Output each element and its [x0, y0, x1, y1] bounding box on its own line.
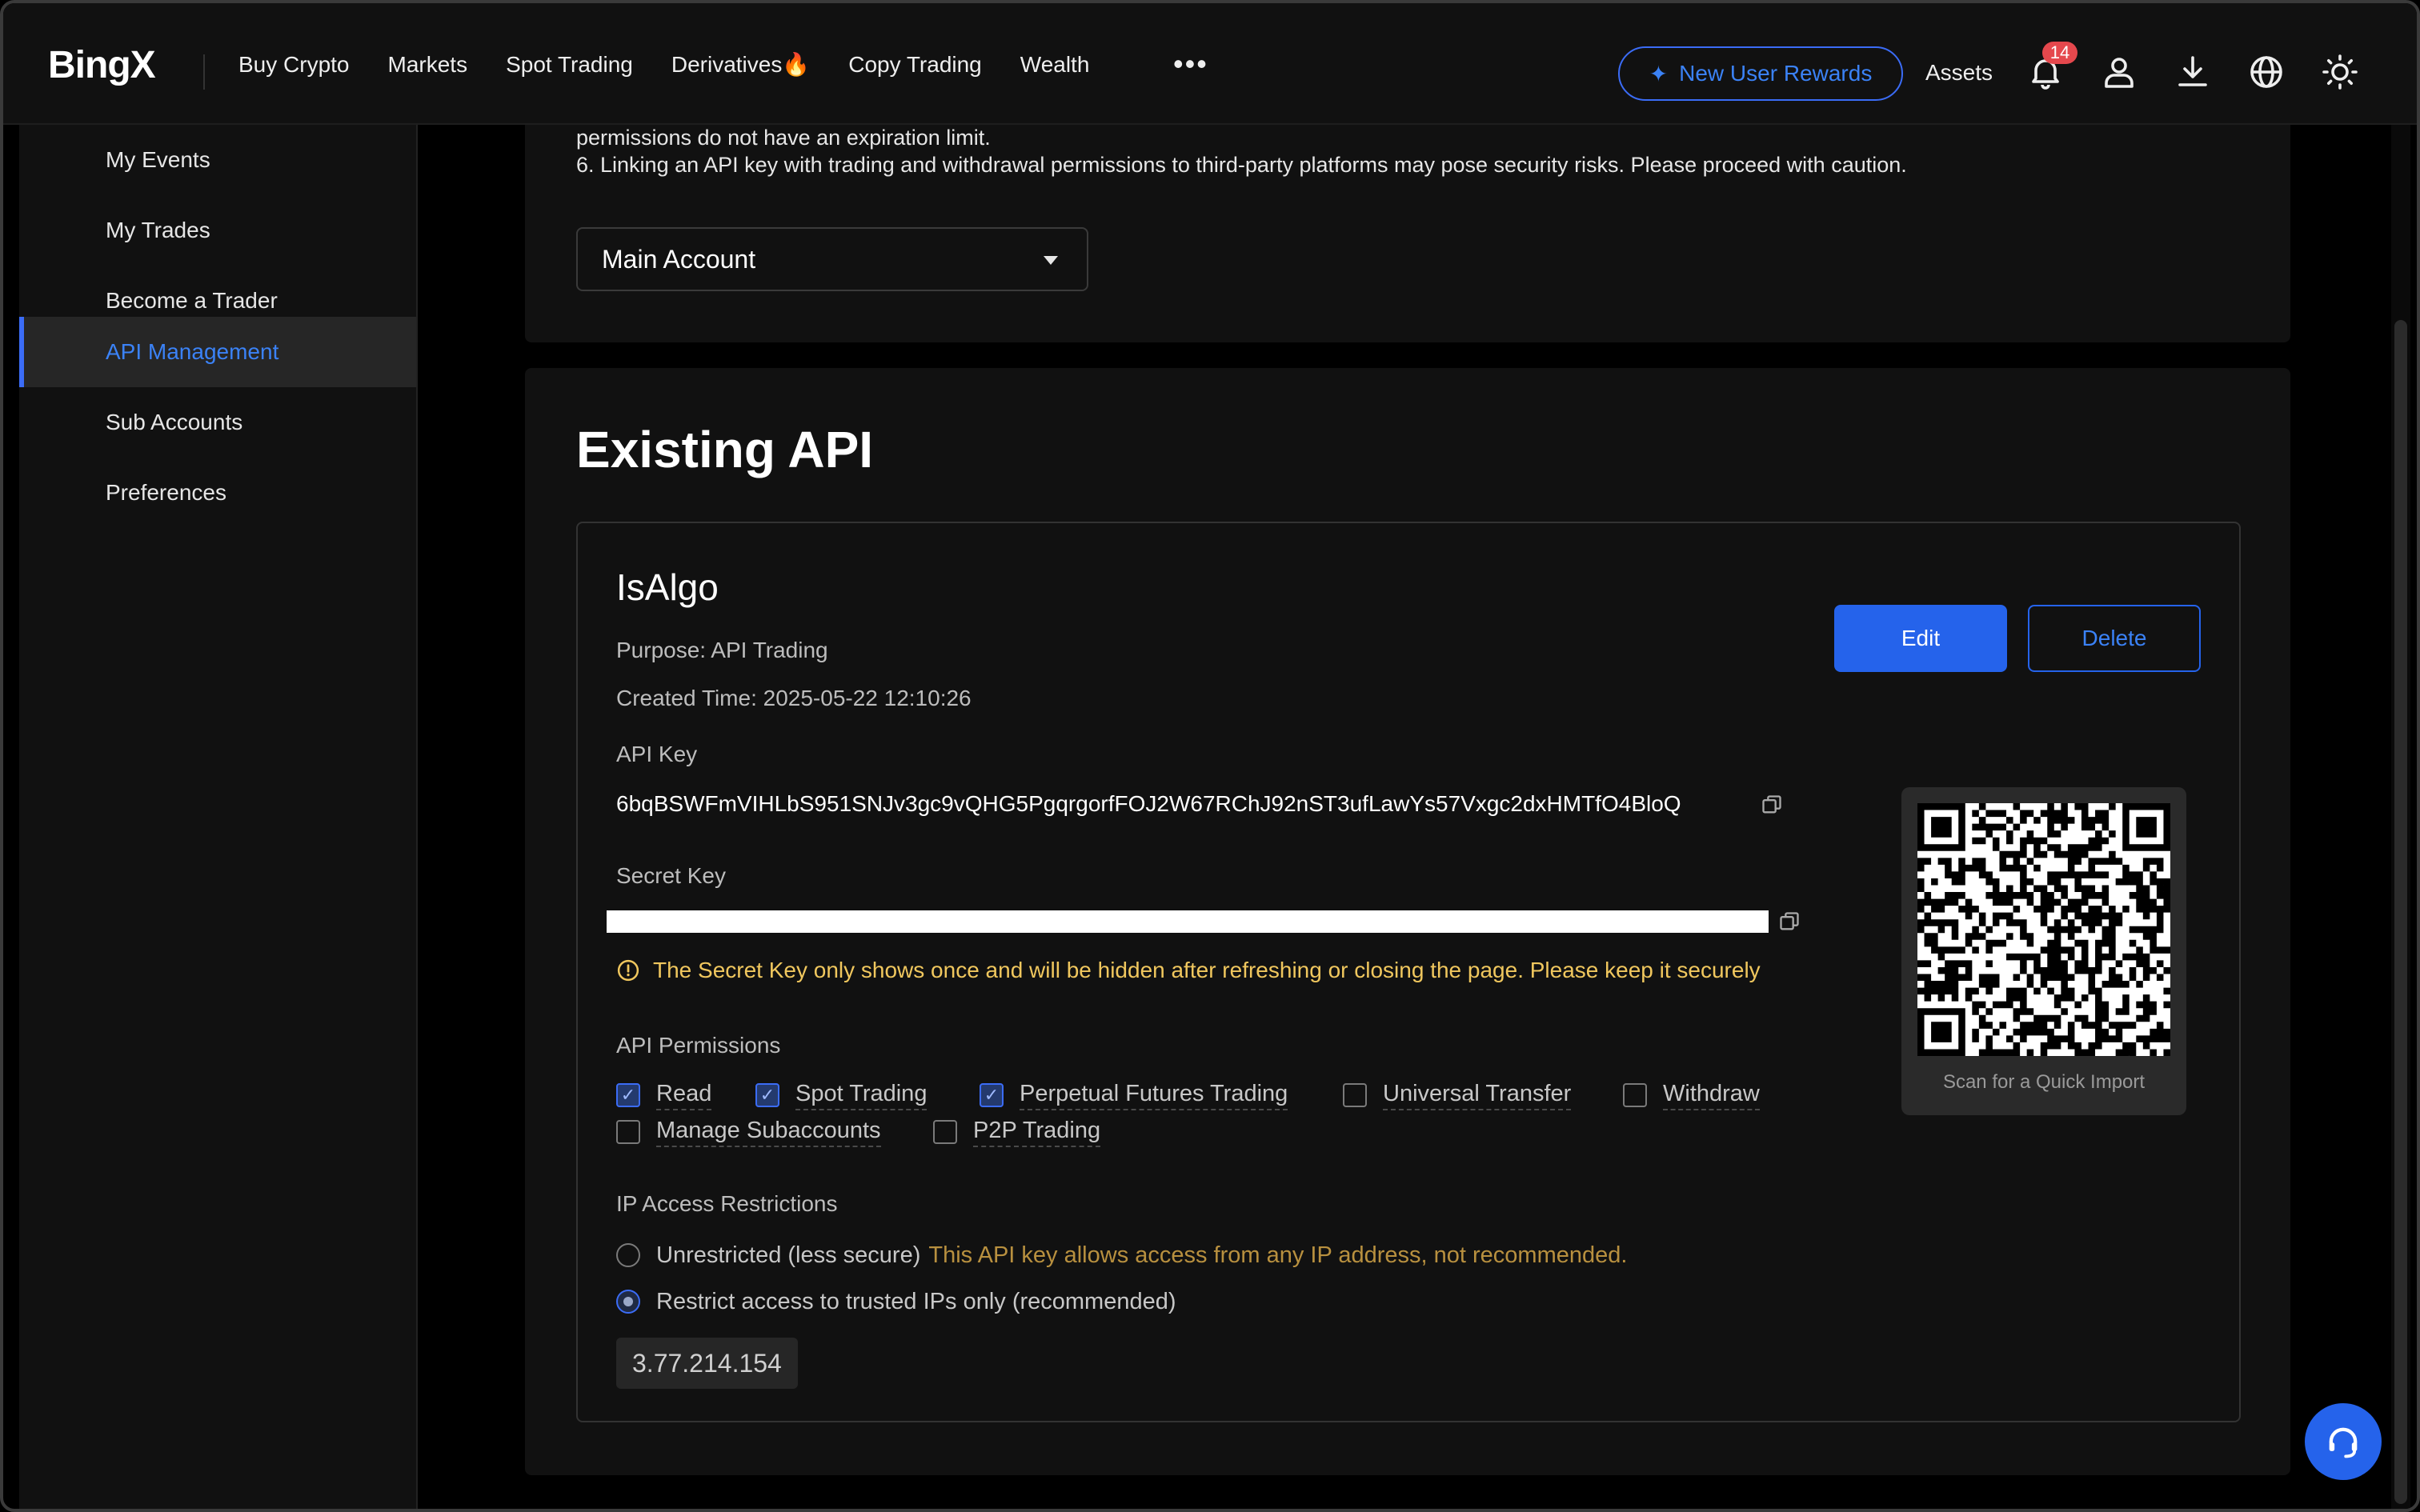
permission-spot-trading[interactable]: ✓ Spot Trading: [755, 1080, 928, 1110]
user-icon[interactable]: [2100, 53, 2138, 91]
app-window: BingX Buy Crypto Markets Spot Trading De…: [0, 0, 2420, 1512]
api-name: IsAlgo: [616, 566, 719, 608]
sidebar: My Events My Trades Become a Trader API …: [19, 125, 416, 1509]
ip-unrestricted-option[interactable]: Unrestricted (less secure) This API key …: [616, 1242, 1627, 1269]
nav-copy-trading[interactable]: Copy Trading: [848, 51, 982, 78]
permission-label: Perpetual Futures Trading: [1020, 1080, 1288, 1110]
permission-withdraw[interactable]: Withdraw: [1623, 1080, 1760, 1110]
support-chat-button[interactable]: [2305, 1403, 2382, 1480]
permission-read[interactable]: ✓ Read: [616, 1080, 712, 1110]
nav-markets[interactable]: Markets: [388, 51, 468, 78]
nav-assets[interactable]: Assets: [1925, 59, 1993, 86]
radio-icon[interactable]: [616, 1243, 640, 1267]
checkbox-checked-icon[interactable]: ✓: [755, 1083, 779, 1107]
notice-line-a: permissions do not have an expiration li…: [576, 126, 991, 150]
download-icon[interactable]: [2174, 53, 2212, 91]
caret-down-icon: [1044, 256, 1058, 265]
ip-unrestricted-hint: This API key allows access from any IP a…: [928, 1242, 1628, 1268]
secret-key-warning: The Secret Key only shows once and will …: [616, 957, 1761, 984]
permission-label: Withdraw: [1663, 1080, 1760, 1110]
nav-derivatives[interactable]: Derivatives🔥: [671, 51, 810, 78]
permission-label: P2P Trading: [973, 1117, 1101, 1147]
qr-code: [1917, 803, 2170, 1056]
nav-buy-crypto[interactable]: Buy Crypto: [238, 51, 350, 78]
qr-code-box: Scan for a Quick Import: [1901, 787, 2186, 1115]
notification-badge: 14: [2042, 42, 2077, 64]
globe-icon[interactable]: [2247, 53, 2286, 91]
sidebar-divider: [416, 125, 418, 1509]
nav-wealth[interactable]: Wealth: [1020, 51, 1090, 78]
headset-icon: [2329, 1427, 2358, 1458]
account-select[interactable]: Main Account: [576, 227, 1088, 291]
sun-icon[interactable]: [2321, 53, 2359, 91]
permission-manage-subaccounts[interactable]: Manage Subaccounts: [616, 1117, 881, 1147]
top-nav: BingX Buy Crypto Markets Spot Trading De…: [3, 3, 2417, 125]
create-api-panel: permissions do not have an expiration li…: [525, 125, 2290, 342]
trusted-ip-chip: 3.77.214.154: [616, 1338, 798, 1389]
nav-spot-trading[interactable]: Spot Trading: [506, 51, 633, 78]
bingx-logo[interactable]: BingX: [48, 46, 156, 85]
api-permissions-label: API Permissions: [616, 1033, 781, 1058]
ip-restricted-label: Restrict access to trusted IPs only (rec…: [656, 1289, 1176, 1314]
permission-p2p-trading[interactable]: P2P Trading: [933, 1117, 1101, 1147]
sidebar-item-my-trades[interactable]: My Trades: [19, 195, 416, 266]
api-purpose: Purpose: API Trading: [616, 638, 828, 662]
rewards-label: New User Rewards: [1679, 61, 1873, 86]
qr-caption: Scan for a Quick Import: [1942, 1071, 2146, 1093]
checkbox-icon[interactable]: [933, 1120, 957, 1144]
copy-icon[interactable]: [1761, 794, 1783, 816]
checkbox-checked-icon[interactable]: ✓: [980, 1083, 1004, 1107]
delete-button[interactable]: Delete: [2028, 605, 2201, 672]
checkbox-icon[interactable]: [616, 1120, 640, 1144]
api-key-label: API Key: [616, 742, 698, 766]
api-key-value: 6bqBSWFmVIHLbS951SNJv3gc9vQHG5PgqrgorfFO…: [616, 791, 1681, 816]
ip-restricted-option[interactable]: Restrict access to trusted IPs only (rec…: [616, 1288, 1176, 1315]
existing-api-panel: Existing API IsAlgo Purpose: API Trading…: [525, 368, 2290, 1475]
account-select-value: Main Account: [602, 244, 756, 274]
permission-label: Spot Trading: [795, 1080, 928, 1110]
permission-perpetual-futures[interactable]: ✓ Perpetual Futures Trading: [980, 1080, 1288, 1110]
nav-divider: [203, 54, 205, 90]
new-user-rewards-button[interactable]: ✦ New User Rewards: [1618, 46, 1903, 101]
secret-key-label: Secret Key: [616, 863, 726, 888]
sidebar-item-my-events[interactable]: My Events: [19, 125, 416, 195]
api-created-time: Created Time: 2025-05-22 12:10:26: [616, 686, 972, 710]
permission-label: Universal Transfer: [1383, 1080, 1572, 1110]
sidebar-item-api-management[interactable]: API Management: [19, 317, 416, 387]
more-menu-icon[interactable]: •••: [1173, 50, 1208, 78]
checkbox-icon[interactable]: [1343, 1083, 1367, 1107]
nav-links: Buy Crypto Markets Spot Trading Derivati…: [238, 51, 1089, 78]
permission-label: Read: [656, 1080, 712, 1110]
notice-line-b: 6. Linking an API key with trading and w…: [576, 153, 1907, 177]
warning-text: The Secret Key only shows once and will …: [653, 958, 1761, 982]
copy-secret-icon[interactable]: [1778, 910, 1801, 933]
secret-key-value-redacted: [607, 910, 1769, 933]
ip-restrictions-label: IP Access Restrictions: [616, 1191, 838, 1216]
warning-icon: [617, 959, 639, 982]
checkbox-checked-icon[interactable]: ✓: [616, 1083, 640, 1107]
sidebar-item-preferences[interactable]: Preferences: [19, 458, 416, 528]
checkbox-icon[interactable]: [1623, 1083, 1647, 1107]
ip-unrestricted-label: Unrestricted (less secure): [656, 1242, 921, 1268]
permission-universal-transfer[interactable]: Universal Transfer: [1343, 1080, 1572, 1110]
edit-button[interactable]: Edit: [1834, 605, 2007, 672]
scrollbar-thumb[interactable]: [2394, 320, 2407, 1504]
sidebar-item-sub-accounts[interactable]: Sub Accounts: [19, 387, 416, 458]
api-key-card: IsAlgo Purpose: API Trading Created Time…: [576, 522, 2241, 1422]
sparkle-icon: ✦: [1649, 61, 1669, 86]
permission-label: Manage Subaccounts: [656, 1117, 881, 1147]
section-title: Existing API: [576, 421, 874, 478]
radio-selected-icon[interactable]: [616, 1290, 640, 1314]
